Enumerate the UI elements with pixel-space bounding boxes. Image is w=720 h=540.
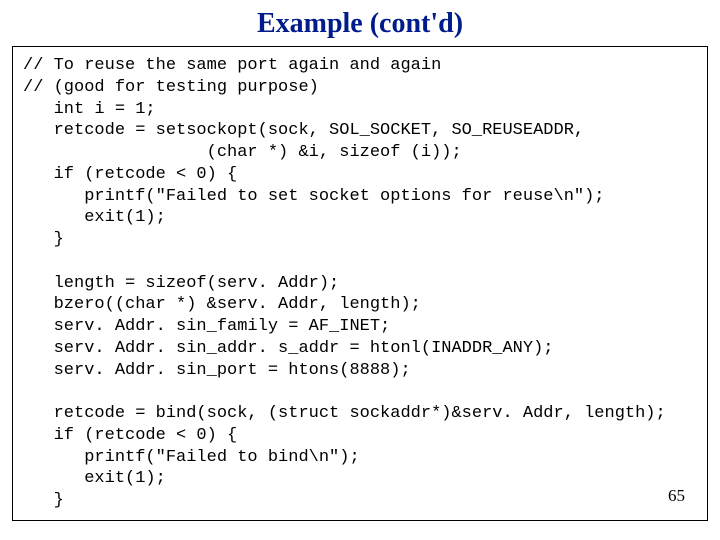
code-line: retcode = setsockopt(sock, SOL_SOCKET, S… xyxy=(23,121,584,140)
page-number: 65 xyxy=(668,486,685,506)
code-line: } xyxy=(23,230,64,249)
code-line: exit(1); xyxy=(23,208,166,227)
slide: Example (cont'd) // To reuse the same po… xyxy=(0,0,720,540)
code-line: printf("Failed to bind\n"); xyxy=(23,448,360,467)
code-block: // To reuse the same port again and agai… xyxy=(23,55,697,512)
code-line: // (good for testing purpose) xyxy=(23,78,319,97)
code-line: (char *) &i, sizeof (i)); xyxy=(23,143,462,162)
code-line: bzero((char *) &serv. Addr, length); xyxy=(23,295,421,314)
code-line: int i = 1; xyxy=(23,100,156,119)
code-line: serv. Addr. sin_family = AF_INET; xyxy=(23,317,390,336)
code-line: length = sizeof(serv. Addr); xyxy=(23,274,339,293)
code-line: exit(1); xyxy=(23,469,166,488)
code-line: // To reuse the same port again and agai… xyxy=(23,56,441,75)
code-line: serv. Addr. sin_addr. s_addr = htonl(INA… xyxy=(23,339,554,358)
code-line: if (retcode < 0) { xyxy=(23,165,237,184)
slide-title: Example (cont'd) xyxy=(12,8,708,40)
code-line: } xyxy=(23,491,64,510)
code-line: printf("Failed to set socket options for… xyxy=(23,187,605,206)
code-line: retcode = bind(sock, (struct sockaddr*)&… xyxy=(23,404,666,423)
code-line: if (retcode < 0) { xyxy=(23,426,237,445)
code-box: // To reuse the same port again and agai… xyxy=(12,46,708,521)
code-line: serv. Addr. sin_port = htons(8888); xyxy=(23,361,411,380)
